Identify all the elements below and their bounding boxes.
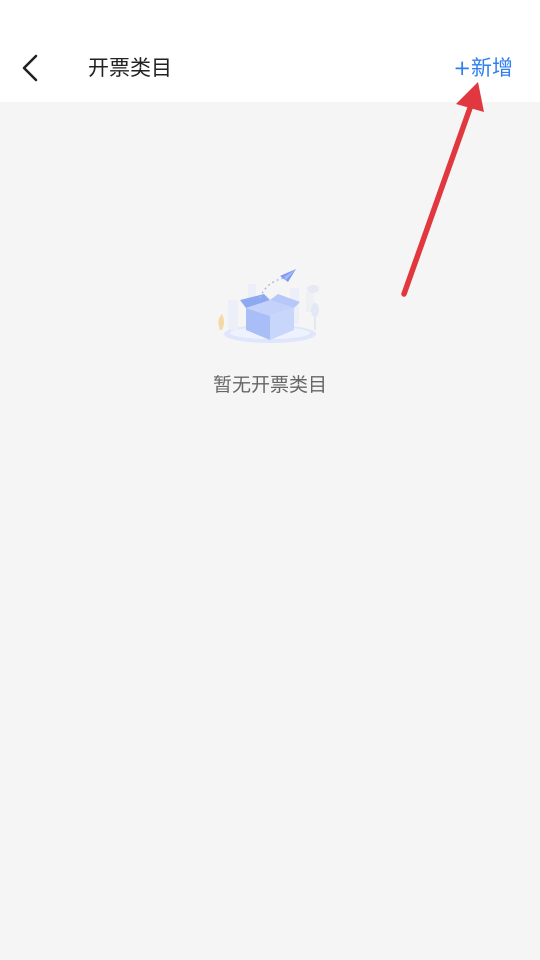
empty-state-message: 暂无开票类目	[212, 374, 327, 396]
status-bar	[0, 0, 540, 34]
empty-box-illustration	[218, 269, 319, 343]
main-content: 暂无开票类目	[0, 102, 540, 960]
header-bar: 开票类目 +新增	[0, 34, 540, 102]
add-button[interactable]: +新增	[453, 34, 513, 102]
page-title: 开票类目	[88, 56, 172, 80]
back-button[interactable]	[10, 48, 50, 88]
chevron-left-icon	[22, 54, 38, 82]
